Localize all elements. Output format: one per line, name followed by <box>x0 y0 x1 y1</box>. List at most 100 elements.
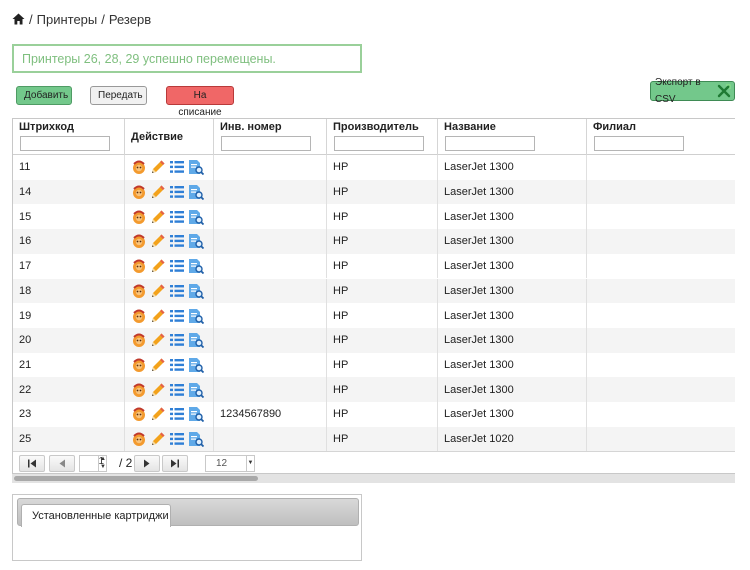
breadcrumb-item-reserve: Резерв <box>108 11 152 27</box>
cartridge-icon[interactable] <box>131 406 147 422</box>
edit-icon[interactable] <box>150 159 166 175</box>
cell-inventory <box>214 229 327 254</box>
search-document-icon[interactable] <box>188 382 205 398</box>
cartridge-icon[interactable] <box>131 184 147 200</box>
cell-inventory <box>214 253 327 279</box>
list-icon[interactable] <box>169 233 185 249</box>
list-icon[interactable] <box>169 258 185 274</box>
table-row[interactable]: 16 HP LaserJet 1300 <box>13 229 735 254</box>
row-actions <box>131 209 205 225</box>
search-document-icon[interactable] <box>188 283 205 299</box>
table-row[interactable]: 25 HP LaserJet 1020 <box>13 426 735 452</box>
table-row[interactable]: 15 HP LaserJet 1300 <box>13 204 735 230</box>
search-document-icon[interactable] <box>188 159 205 176</box>
edit-icon[interactable] <box>150 283 166 299</box>
list-icon[interactable] <box>169 406 185 422</box>
edit-icon[interactable] <box>150 332 166 348</box>
table-row[interactable]: 20 HP LaserJet 1300 <box>13 327 735 353</box>
search-document-icon[interactable] <box>188 431 205 448</box>
search-document-icon[interactable] <box>188 332 205 349</box>
transfer-button[interactable]: Передать <box>90 86 147 105</box>
cartridge-icon[interactable] <box>131 283 147 299</box>
cartridge-icon[interactable] <box>131 332 147 348</box>
cartridge-icon[interactable] <box>131 233 147 249</box>
table-row[interactable]: 19 HP LaserJet 1300 <box>13 303 735 328</box>
cartridge-icon[interactable] <box>131 209 147 225</box>
cartridge-icon[interactable] <box>131 308 147 324</box>
filter-input-inventory[interactable] <box>221 136 311 151</box>
cell-barcode: 23 <box>13 402 125 427</box>
chevron-down-icon: ▼ <box>246 456 254 471</box>
prev-page-button[interactable] <box>49 455 75 472</box>
table-row[interactable]: 11 HP LaserJet 1300 <box>13 155 735 180</box>
edit-icon[interactable] <box>150 258 166 274</box>
filter-input-name[interactable] <box>445 136 535 151</box>
edit-icon[interactable] <box>150 406 166 422</box>
column-header-actions[interactable]: Действие <box>125 119 214 155</box>
edit-icon[interactable] <box>150 357 166 373</box>
search-document-icon[interactable] <box>188 406 205 423</box>
edit-icon[interactable] <box>150 431 166 447</box>
writeoff-button[interactable]: На списание <box>166 86 234 118</box>
list-icon[interactable] <box>169 332 185 348</box>
list-icon[interactable] <box>169 159 185 175</box>
page-spinner[interactable]: ▲ ▼ <box>98 455 107 472</box>
edit-icon[interactable] <box>150 233 166 249</box>
cell-name: LaserJet 1300 <box>438 352 587 378</box>
column-header-name[interactable]: Название <box>438 119 587 155</box>
cartridge-icon[interactable] <box>131 258 147 274</box>
add-button[interactable]: Добавить <box>16 86 72 105</box>
list-icon[interactable] <box>169 184 185 200</box>
list-icon[interactable] <box>169 209 185 225</box>
filter-input-barcode[interactable] <box>20 136 110 151</box>
list-icon[interactable] <box>169 382 185 398</box>
search-document-icon[interactable] <box>188 184 205 201</box>
table-row[interactable]: 17 HP LaserJet 1300 <box>13 253 735 279</box>
scrollbar-thumb[interactable] <box>14 476 258 481</box>
column-header-barcode[interactable]: Штрихкод <box>13 119 125 155</box>
search-document-icon[interactable] <box>188 308 205 324</box>
tab-installed-cartridges[interactable]: Установленные картриджи <box>21 504 171 527</box>
export-csv-button[interactable]: Экспорт в CSV <box>650 77 735 105</box>
column-header-branch[interactable]: Филиал <box>587 119 735 155</box>
cell-actions <box>125 204 214 230</box>
edit-icon[interactable] <box>150 184 166 200</box>
edit-icon[interactable] <box>150 209 166 225</box>
cartridge-icon[interactable] <box>131 382 147 398</box>
last-page-button[interactable] <box>162 455 188 472</box>
table-row[interactable]: 22 HP LaserJet 1300 <box>13 377 735 402</box>
page-size-select[interactable]: 12 ▼ <box>205 455 255 472</box>
edit-icon[interactable] <box>150 308 166 324</box>
cell-inventory <box>214 352 327 378</box>
column-label: Штрихкод <box>19 121 74 133</box>
search-document-icon[interactable] <box>188 209 205 225</box>
horizontal-scrollbar[interactable] <box>12 474 735 483</box>
table-row[interactable]: 21 HP LaserJet 1300 <box>13 352 735 378</box>
filter-input-branch[interactable] <box>594 136 684 151</box>
next-page-button[interactable] <box>134 455 160 472</box>
breadcrumb-separator: / <box>101 11 105 27</box>
list-icon[interactable] <box>169 283 185 299</box>
home-icon[interactable] <box>12 13 25 25</box>
breadcrumb-item-printers[interactable]: Принтеры <box>37 12 98 27</box>
cartridge-icon[interactable] <box>131 159 147 175</box>
cartridge-icon[interactable] <box>131 431 147 447</box>
cell-barcode: 19 <box>13 303 125 328</box>
cartridge-icon[interactable] <box>131 357 147 373</box>
list-icon[interactable] <box>169 357 185 373</box>
list-icon[interactable] <box>169 431 185 447</box>
first-page-button[interactable] <box>19 455 45 472</box>
table-row[interactable]: 23 1234567890 HP LaserJet 1300 <box>13 402 735 427</box>
table-row[interactable]: 14 HP LaserJet 1300 <box>13 179 735 205</box>
cell-manufacturer: HP <box>327 278 438 304</box>
row-actions <box>131 184 205 201</box>
search-document-icon[interactable] <box>188 233 205 250</box>
column-header-inventory[interactable]: Инв. номер <box>214 119 327 155</box>
list-icon[interactable] <box>169 308 185 324</box>
table-row[interactable]: 18 HP LaserJet 1300 <box>13 278 735 304</box>
column-header-manufacturer[interactable]: Производитель <box>327 119 438 155</box>
search-document-icon[interactable] <box>188 258 205 275</box>
search-document-icon[interactable] <box>188 357 205 374</box>
edit-icon[interactable] <box>150 382 166 398</box>
filter-input-manufacturer[interactable] <box>334 136 424 151</box>
